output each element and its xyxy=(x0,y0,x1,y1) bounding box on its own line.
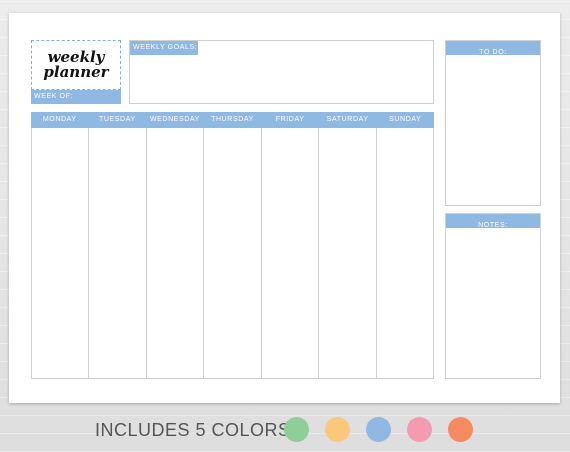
weekly-planner-logo: weekly planner xyxy=(31,40,121,90)
day-header-saturday: SATURDAY xyxy=(326,116,369,123)
week-of-field[interactable]: WEEK OF: xyxy=(31,90,121,104)
color-options-footer: INCLUDES 5 COLORS: xyxy=(0,404,570,452)
includes-colors-text: INCLUDES 5 COLORS: xyxy=(95,420,297,440)
todo-box[interactable]: TO DO: xyxy=(445,40,541,206)
weekly-goals-label: WEEKLY GOALS: xyxy=(133,44,198,51)
color-swatch-blue xyxy=(366,417,391,442)
days-columns xyxy=(31,128,434,379)
todo-label: TO DO: xyxy=(479,49,507,56)
day-header-monday: MONDAY xyxy=(42,116,77,123)
day-column-monday[interactable] xyxy=(32,128,90,378)
color-swatch-pink xyxy=(407,417,432,442)
day-header-friday: FRIDAY xyxy=(275,116,305,123)
days-header: MONDAY TUESDAY WEDNESDAY THURSDAY FRIDAY… xyxy=(31,112,434,128)
color-swatch-green xyxy=(284,417,309,442)
todo-header: TO DO: xyxy=(446,41,540,56)
day-column-wednesday[interactable] xyxy=(147,128,205,378)
week-of-label: WEEK OF: xyxy=(34,93,74,100)
day-column-friday[interactable] xyxy=(262,128,320,378)
day-column-thursday[interactable] xyxy=(204,128,262,378)
weekly-goals-box[interactable]: WEEKLY GOALS: xyxy=(129,40,434,104)
day-header-wednesday: WEDNESDAY xyxy=(149,116,200,123)
day-header-thursday: THURSDAY xyxy=(211,116,254,123)
day-header-tuesday: TUESDAY xyxy=(98,116,136,123)
color-swatch-orange xyxy=(448,417,473,442)
planner-sheet: weekly planner WEEK OF: WEEKLY GOALS: MO… xyxy=(9,13,560,403)
day-header-sunday: SUNDAY xyxy=(389,116,422,123)
weekly-goals-header: WEEKLY GOALS: xyxy=(130,41,198,55)
notes-box[interactable]: NOTES: xyxy=(445,213,541,379)
notes-header: NOTES: xyxy=(446,214,540,229)
logo-line-2: planner xyxy=(43,63,109,81)
day-column-sunday[interactable] xyxy=(377,128,433,378)
day-column-saturday[interactable] xyxy=(319,128,377,378)
color-swatch-yellow xyxy=(325,417,350,442)
day-column-tuesday[interactable] xyxy=(89,128,147,378)
notes-label: NOTES: xyxy=(478,222,508,229)
